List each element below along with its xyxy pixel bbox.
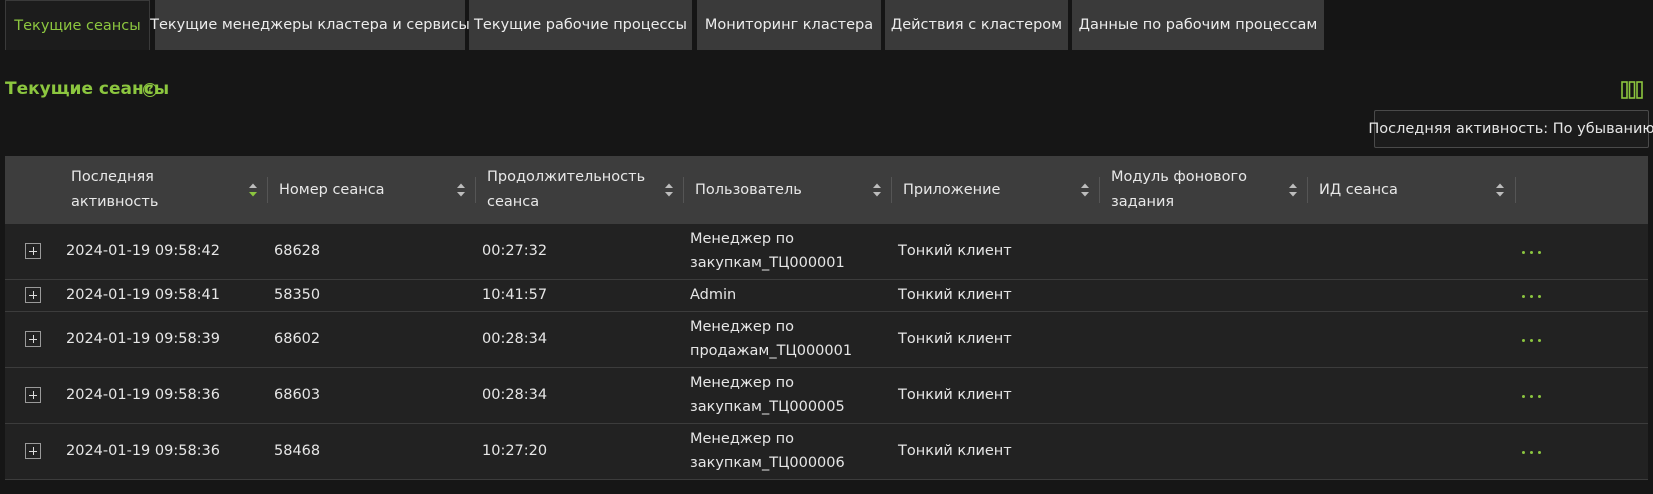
cell-duration: 00:28:34 <box>482 387 548 403</box>
row-actions-icon[interactable] <box>1520 393 1544 401</box>
sort-icon[interactable] <box>664 182 674 198</box>
cell-user: закупкам_ТЦ000005 <box>690 399 845 415</box>
table-row[interactable]: 2024-01-19 09:58:42 68628 00:27:32 Менед… <box>5 224 1648 280</box>
cell-user: Менеджер по <box>690 375 795 391</box>
cell-user: Менеджер по <box>690 431 795 447</box>
sort-icon[interactable] <box>872 182 882 198</box>
sort-icon[interactable] <box>1288 182 1298 198</box>
column-header-background-module[interactable]: Модуль фонового задания <box>1111 156 1261 224</box>
cell-user: Менеджер по <box>690 319 795 335</box>
cell-user: Admin <box>690 287 737 303</box>
column-divider <box>267 177 268 203</box>
cell-application: Тонкий клиент <box>898 443 1012 459</box>
row-actions-icon[interactable] <box>1520 449 1544 457</box>
cell-session-number: 58468 <box>274 443 321 459</box>
row-actions-icon[interactable] <box>1520 337 1544 345</box>
question-circle-icon[interactable]: ? <box>143 83 157 97</box>
cell-application: Тонкий клиент <box>898 287 1012 303</box>
cell-user: закупкам_ТЦ000006 <box>690 455 845 471</box>
cell-duration: 10:41:57 <box>482 287 548 303</box>
tab-current-workers[interactable]: Текущие рабочие процессы <box>469 0 692 50</box>
cell-session-number: 68628 <box>274 243 321 259</box>
cell-application: Тонкий клиент <box>898 243 1012 259</box>
sort-icon[interactable] <box>456 182 466 198</box>
sort-icon[interactable] <box>1495 182 1505 198</box>
expand-row-button[interactable] <box>25 243 41 259</box>
cell-user: продажам_ТЦ000001 <box>690 343 853 359</box>
cell-session-number: 68603 <box>274 387 321 403</box>
cell-last-activity: 2024-01-19 09:58:36 <box>66 443 220 459</box>
table-row[interactable]: 2024-01-19 09:58:41 58350 10:41:57 Admin… <box>5 280 1648 312</box>
tab-cluster-monitoring[interactable]: Мониторинг кластера <box>697 0 881 50</box>
sort-icon[interactable] <box>1080 182 1090 198</box>
tab-worker-data[interactable]: Данные по рабочим процессам <box>1072 0 1324 50</box>
cell-last-activity: 2024-01-19 09:58:36 <box>66 387 220 403</box>
column-header-user[interactable]: Пользователь <box>695 156 845 224</box>
column-divider <box>683 177 684 203</box>
row-actions-icon[interactable] <box>1520 249 1544 257</box>
column-header-session-id[interactable]: ИД сеанса <box>1319 156 1469 224</box>
cell-user: Менеджер по <box>690 231 795 247</box>
sort-desc-icon[interactable] <box>248 182 258 198</box>
cell-session-number: 58350 <box>274 287 321 303</box>
expand-row-button[interactable] <box>25 443 41 459</box>
cell-duration: 10:27:20 <box>482 443 548 459</box>
expand-row-button[interactable] <box>25 287 41 303</box>
cell-last-activity: 2024-01-19 09:58:39 <box>66 331 220 347</box>
tab-current-sessions[interactable]: Текущие сеансы <box>5 0 150 50</box>
expand-row-button[interactable] <box>25 387 41 403</box>
column-divider <box>1307 177 1308 203</box>
column-divider <box>891 177 892 203</box>
row-actions-icon[interactable] <box>1520 293 1544 301</box>
cell-last-activity: 2024-01-19 09:58:41 <box>66 287 220 303</box>
tab-cluster-managers-services[interactable]: Текущие менеджеры кластера и сервисы <box>150 0 470 50</box>
cell-user: закупкам_ТЦ000001 <box>690 255 845 271</box>
cell-duration: 00:28:34 <box>482 331 548 347</box>
column-header-last-activity[interactable]: Последняя активность <box>71 156 221 224</box>
column-header-duration[interactable]: Продолжительность сеанса <box>487 156 645 224</box>
expand-row-button[interactable] <box>25 331 41 347</box>
column-divider <box>475 177 476 203</box>
cell-duration: 00:27:32 <box>482 243 548 259</box>
cell-application: Тонкий клиент <box>898 387 1012 403</box>
column-divider <box>1515 177 1516 203</box>
sort-indicator[interactable]: Последняя активность: По убыванию <box>1368 110 1653 148</box>
tab-cluster-actions[interactable]: Действия с кластером <box>885 0 1068 50</box>
cell-last-activity: 2024-01-19 09:58:42 <box>66 243 220 259</box>
sessions-table: Последняя активность Номер сеанса Продол… <box>5 156 1648 494</box>
table-row[interactable]: 2024-01-19 09:58:36 68603 00:28:34 Менед… <box>5 368 1648 424</box>
table-row[interactable]: 2024-01-19 09:58:36 58468 10:27:20 Менед… <box>5 424 1648 480</box>
cell-session-number: 68602 <box>274 331 321 347</box>
cell-application: Тонкий клиент <box>898 331 1012 347</box>
tab-bar: Текущие сеансы Текущие менеджеры кластер… <box>0 0 1653 50</box>
column-header-application[interactable]: Приложение <box>903 156 1053 224</box>
columns-icon[interactable] <box>1621 81 1643 99</box>
column-header-session-number[interactable]: Номер сеанса <box>279 156 429 224</box>
table-header: Последняя активность Номер сеанса Продол… <box>5 156 1648 224</box>
column-divider <box>1099 177 1100 203</box>
table-row[interactable]: 2024-01-19 09:58:39 68602 00:28:34 Менед… <box>5 312 1648 368</box>
